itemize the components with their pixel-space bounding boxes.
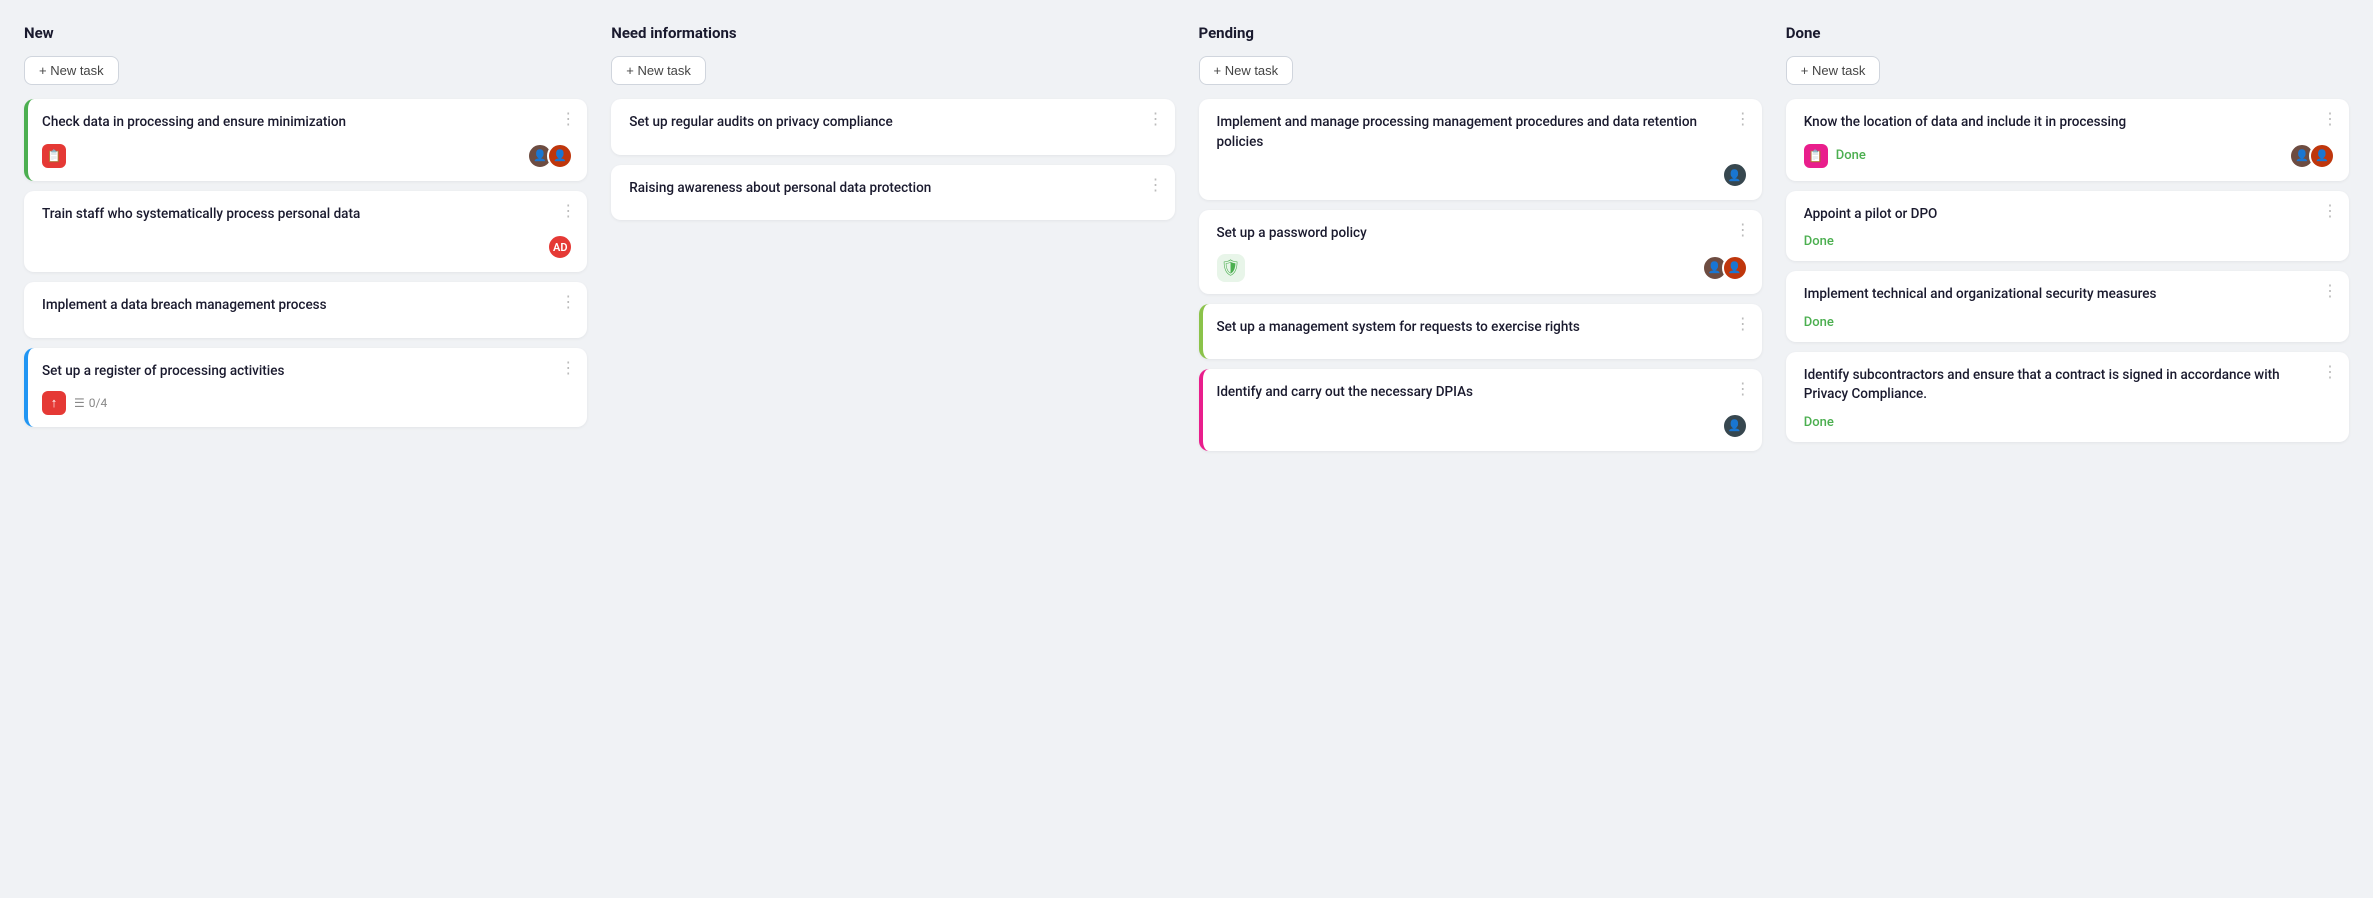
- new-task-btn-new[interactable]: + New task: [24, 56, 119, 85]
- card-regular-audits: ⋮ Set up regular audits on privacy compl…: [611, 99, 1174, 155]
- more-icon[interactable]: ⋮: [1735, 381, 1752, 397]
- status-done: Done: [1836, 148, 1866, 163]
- column-header-need-info: Need informations: [611, 24, 1174, 42]
- card-title: Implement and manage processing manageme…: [1217, 113, 1748, 152]
- more-icon[interactable]: ⋮: [2322, 364, 2339, 380]
- card-subcontractors: ⋮ Identify subcontractors and ensure tha…: [1786, 352, 2349, 442]
- status-done: Done: [1804, 234, 1834, 249]
- card-title: Identify subcontractors and ensure that …: [1804, 366, 2335, 405]
- more-icon[interactable]: ⋮: [560, 360, 577, 376]
- card-footer: 👤: [1217, 162, 1748, 188]
- card-register-processing: ⋮ Set up a register of processing activi…: [24, 348, 587, 428]
- column-header-new: New: [24, 24, 587, 42]
- card-title: Appoint a pilot or DPO: [1804, 205, 2335, 225]
- tag-icon: 📋: [1804, 144, 1828, 168]
- priority-icon: ↑: [42, 391, 66, 415]
- more-icon[interactable]: ⋮: [2322, 203, 2339, 219]
- card-title: Set up regular audits on privacy complia…: [629, 113, 1160, 133]
- card-footer: 🛡 👤 👤: [1217, 254, 1748, 282]
- column-header-pending: Pending: [1199, 24, 1762, 42]
- more-icon[interactable]: ⋮: [1148, 177, 1165, 193]
- card-title: Identify and carry out the necessary DPI…: [1217, 383, 1748, 403]
- more-icon[interactable]: ⋮: [1735, 222, 1752, 238]
- more-icon[interactable]: ⋮: [1735, 111, 1752, 127]
- avatars: 👤 👤: [1702, 255, 1748, 281]
- new-task-btn-pending[interactable]: + New task: [1199, 56, 1294, 85]
- column-pending: Pending + New task ⋮ Implement and manag…: [1199, 24, 1762, 461]
- card-dpias: ⋮ Identify and carry out the necessary D…: [1199, 369, 1762, 451]
- more-icon[interactable]: ⋮: [1148, 111, 1165, 127]
- column-new: New + New task ⋮ Check data in processin…: [24, 24, 587, 437]
- card-footer: AD: [42, 234, 573, 260]
- new-task-btn-need-info[interactable]: + New task: [611, 56, 706, 85]
- subtask-count: ☰ 0/4: [74, 396, 107, 410]
- card-check-data: ⋮ Check data in processing and ensure mi…: [24, 99, 587, 181]
- card-management-system: ⋮ Set up a management system for request…: [1199, 304, 1762, 360]
- new-task-btn-done[interactable]: + New task: [1786, 56, 1881, 85]
- avatar: 👤: [2309, 143, 2335, 169]
- card-title: Implement technical and organizational s…: [1804, 285, 2335, 305]
- card-train-staff: ⋮ Train staff who systematically process…: [24, 191, 587, 273]
- card-title: Set up a password policy: [1217, 224, 1748, 244]
- kanban-board: New + New task ⋮ Check data in processin…: [24, 24, 2349, 461]
- more-icon[interactable]: ⋮: [2322, 283, 2339, 299]
- card-title: Set up a register of processing activiti…: [42, 362, 573, 382]
- card-meta: 📋 Done: [1804, 144, 1866, 168]
- card-technical-security: ⋮ Implement technical and organizational…: [1786, 271, 2349, 342]
- card-title: Raising awareness about personal data pr…: [629, 179, 1160, 199]
- card-footer: Done: [1804, 315, 2335, 330]
- more-icon[interactable]: ⋮: [1735, 316, 1752, 332]
- card-title: Train staff who systematically process p…: [42, 205, 573, 225]
- column-header-done: Done: [1786, 24, 2349, 42]
- avatars: AD: [547, 234, 573, 260]
- card-appoint-dpo: ⋮ Appoint a pilot or DPO Done: [1786, 191, 2349, 262]
- card-title: Set up a management system for requests …: [1217, 318, 1748, 338]
- more-icon[interactable]: ⋮: [560, 111, 577, 127]
- card-footer: Done: [1804, 234, 2335, 249]
- avatar: 👤: [1722, 413, 1748, 439]
- avatars: 👤 👤: [2289, 143, 2335, 169]
- card-title: Check data in processing and ensure mini…: [42, 113, 573, 133]
- more-icon[interactable]: ⋮: [2322, 111, 2339, 127]
- card-footer: ↑ ☰ 0/4: [42, 391, 573, 415]
- avatars: 👤: [1722, 413, 1748, 439]
- avatars: 👤 👤: [527, 143, 573, 169]
- column-need-info: Need informations + New task ⋮ Set up re…: [611, 24, 1174, 230]
- card-footer: Done: [1804, 415, 2335, 430]
- avatars: 👤: [1722, 162, 1748, 188]
- avatar: 👤: [1722, 255, 1748, 281]
- card-meta: ↑ ☰ 0/4: [42, 391, 107, 415]
- card-footer: 👤: [1217, 413, 1748, 439]
- avatar: 👤: [547, 143, 573, 169]
- card-data-breach: ⋮ Implement a data breach management pro…: [24, 282, 587, 338]
- card-title: Know the location of data and include it…: [1804, 113, 2335, 133]
- subtask-icon: ☰: [74, 396, 85, 410]
- card-footer: 📋 👤 👤: [42, 143, 573, 169]
- card-password-policy: ⋮ Set up a password policy 🛡 👤 👤: [1199, 210, 1762, 294]
- tag-icon: 📋: [42, 144, 66, 168]
- more-icon[interactable]: ⋮: [560, 203, 577, 219]
- card-footer: 📋 Done 👤 👤: [1804, 143, 2335, 169]
- more-icon[interactable]: ⋮: [560, 294, 577, 310]
- shield-icon: 🛡: [1217, 254, 1245, 282]
- avatar: AD: [547, 234, 573, 260]
- status-done: Done: [1804, 315, 1834, 330]
- status-done: Done: [1804, 415, 1834, 430]
- column-done: Done + New task ⋮ Know the location of d…: [1786, 24, 2349, 452]
- avatar: 👤: [1722, 162, 1748, 188]
- card-location-data: ⋮ Know the location of data and include …: [1786, 99, 2349, 181]
- card-title: Implement a data breach management proce…: [42, 296, 573, 316]
- card-processing-procedures: ⋮ Implement and manage processing manage…: [1199, 99, 1762, 200]
- card-raising-awareness: ⋮ Raising awareness about personal data …: [611, 165, 1174, 221]
